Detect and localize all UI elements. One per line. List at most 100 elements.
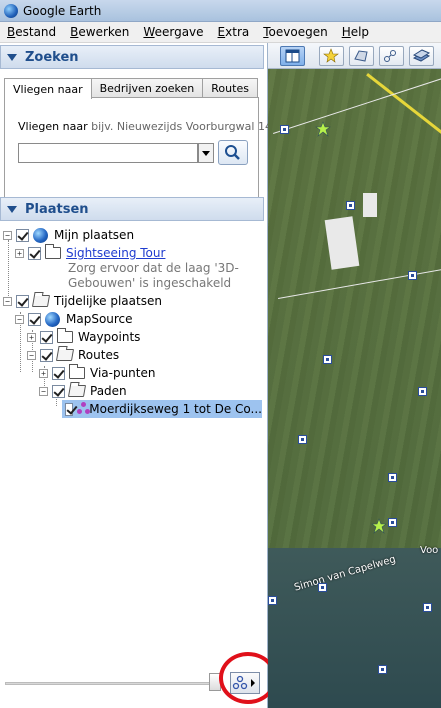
- map-placemark-icon[interactable]: [346, 201, 355, 210]
- menu-extra[interactable]: Extra: [211, 25, 257, 39]
- toggle-sidebar-button[interactable]: [280, 46, 305, 66]
- map-placemark-icon[interactable]: [423, 603, 432, 612]
- checkbox[interactable]: [16, 294, 29, 308]
- sidebar-icon: [285, 49, 300, 63]
- map-placemark-icon[interactable]: [268, 596, 277, 605]
- add-overlay-icon: [412, 49, 431, 62]
- open-folder-icon: [67, 385, 87, 397]
- tree-item-label: Waypoints: [78, 330, 141, 344]
- tree-item-label: Via-punten: [90, 366, 156, 380]
- tree-item-temporary-places[interactable]: − Tijdelijke plaatsen: [3, 292, 162, 310]
- collapse-triangle-icon[interactable]: [7, 205, 17, 213]
- add-polygon-button[interactable]: [349, 46, 374, 66]
- fly-to-dropdown-button[interactable]: [198, 143, 214, 163]
- map-placemark-icon[interactable]: [298, 435, 307, 444]
- checkbox[interactable]: [65, 402, 73, 416]
- tree-item-via-points[interactable]: + Via-punten: [39, 364, 155, 382]
- sidebar: Zoeken Vliegen naar Bedrijven zoeken Rou…: [0, 43, 282, 708]
- collapse-triangle-icon[interactable]: [7, 53, 17, 61]
- checkbox[interactable]: [28, 312, 41, 326]
- map-toolbar: [268, 43, 441, 69]
- checkbox[interactable]: [28, 246, 41, 260]
- tree-item-routes[interactable]: − Routes: [27, 346, 119, 364]
- sightseeing-tour-link[interactable]: Sightseeing Tour: [66, 246, 165, 260]
- search-panel-header[interactable]: Zoeken: [0, 45, 264, 69]
- menu-bestand[interactable]: Bestand: [0, 25, 63, 39]
- menu-bar: Bestand Bewerken Weergave Extra Toevoege…: [0, 22, 441, 43]
- add-overlay-button[interactable]: [409, 46, 434, 66]
- open-folder-icon: [31, 295, 51, 307]
- open-folder-icon: [55, 349, 75, 361]
- map-road: [366, 73, 441, 162]
- collapse-icon[interactable]: −: [3, 296, 12, 306]
- fly-to-label: Vliegen naar bijv. Nieuwezijds Voorburgw…: [18, 120, 282, 133]
- tree-item-sightseeing[interactable]: + Sightseeing Tour: [15, 244, 165, 262]
- path-icon: [76, 402, 90, 416]
- menu-help[interactable]: Help: [335, 25, 376, 39]
- collapse-icon[interactable]: −: [39, 386, 48, 396]
- sightseeing-description: Zorg ervoor dat de laag '3D-Gebouwen' is…: [68, 261, 239, 290]
- tree-item-path-selected[interactable]: Moerdijkseweg 1 tot De Co...: [62, 400, 262, 418]
- map-placemark-icon[interactable]: [378, 665, 387, 674]
- checkbox[interactable]: [52, 366, 65, 380]
- collapse-icon[interactable]: −: [3, 230, 12, 240]
- menu-weergave[interactable]: Weergave: [136, 25, 210, 39]
- map-building: [363, 193, 377, 217]
- map-placemark-icon[interactable]: [408, 271, 417, 280]
- fly-to-input[interactable]: [18, 143, 198, 163]
- fly-to-hint: bijv. Nieuwezijds Voorburgwal 147,: [91, 120, 283, 133]
- tab-business-search[interactable]: Bedrijven zoeken: [90, 78, 204, 98]
- tree-item-mapsource[interactable]: − MapSource: [15, 310, 133, 328]
- pushpin-icon[interactable]: [371, 518, 387, 534]
- google-earth-logo-icon: [4, 3, 18, 18]
- tour-speed-slider-track[interactable]: [5, 682, 215, 685]
- collapse-icon[interactable]: −: [27, 350, 36, 360]
- tree-connector: [8, 240, 9, 300]
- tree-item-paths[interactable]: − Paden: [39, 382, 127, 400]
- pushpin-icon[interactable]: [315, 121, 331, 137]
- tree-item-label: Paden: [90, 384, 127, 398]
- tree-item-waypoints[interactable]: + Waypoints: [27, 328, 140, 346]
- places-panel-title: Plaatsen: [25, 201, 89, 217]
- map-placemark-icon[interactable]: [280, 125, 289, 134]
- add-path-icon: [384, 50, 396, 62]
- add-placemark-button[interactable]: [319, 46, 344, 66]
- map-placemark-icon[interactable]: [418, 387, 427, 396]
- map-placemark-icon[interactable]: [388, 473, 397, 482]
- add-polygon-icon: [354, 50, 368, 62]
- map-placemark-icon[interactable]: [318, 583, 327, 592]
- collapse-icon[interactable]: −: [15, 314, 24, 324]
- search-button[interactable]: [218, 140, 248, 165]
- globe-icon: [45, 311, 60, 327]
- menu-toevoegen[interactable]: Toevoegen: [256, 25, 334, 39]
- checkbox[interactable]: [40, 348, 53, 362]
- window-title: Google Earth: [23, 3, 102, 18]
- checkbox[interactable]: [52, 384, 65, 398]
- map-view[interactable]: Simon van Capelweg Voo: [268, 43, 441, 708]
- road-label: Voo: [420, 545, 439, 556]
- tree-item-label: Moerdijkseweg 1 tot De Co...: [89, 402, 262, 416]
- search-tabs: Vliegen naar Bedrijven zoeken Routes: [4, 78, 258, 99]
- tab-routes[interactable]: Routes: [202, 78, 258, 98]
- add-path-button[interactable]: [379, 46, 404, 66]
- tree-item-label: Tijdelijke plaatsen: [54, 294, 162, 308]
- map-road: [273, 77, 441, 134]
- map-placemark-icon[interactable]: [388, 518, 397, 527]
- checkbox[interactable]: [16, 228, 29, 242]
- search-panel-title: Zoeken: [25, 49, 79, 65]
- globe-icon: [33, 227, 48, 243]
- menu-bewerken[interactable]: Bewerken: [63, 25, 136, 39]
- map-placemark-icon[interactable]: [323, 355, 332, 364]
- tree-item-label: Mijn plaatsen: [54, 228, 135, 242]
- tree-item-label: MapSource: [66, 312, 133, 326]
- expand-icon[interactable]: +: [27, 332, 36, 342]
- tree-item-my-places[interactable]: − Mijn plaatsen: [3, 226, 134, 244]
- places-panel-header[interactable]: Plaatsen: [0, 197, 264, 221]
- checkbox[interactable]: [40, 330, 53, 344]
- expand-icon[interactable]: +: [15, 248, 24, 258]
- tab-fly-to[interactable]: Vliegen naar: [4, 78, 92, 99]
- add-placemark-icon: [323, 48, 339, 63]
- title-bar: Google Earth: [0, 0, 441, 22]
- chevron-down-icon: [202, 150, 210, 156]
- expand-icon[interactable]: +: [39, 368, 48, 378]
